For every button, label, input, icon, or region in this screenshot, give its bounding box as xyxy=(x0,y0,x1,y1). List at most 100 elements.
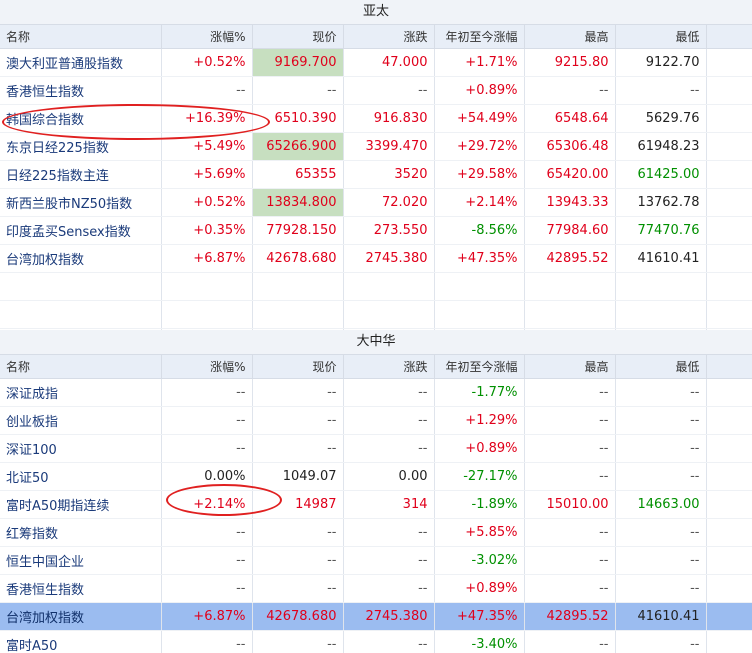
column-header[interactable]: 名称 xyxy=(0,25,162,49)
table-row[interactable]: 台湾加权指数 +6.87% 42678.680 2745.380 +47.35% 4289… xyxy=(0,602,752,631)
column-header[interactable] xyxy=(706,25,752,49)
cell-pct: +6.87% xyxy=(161,244,253,273)
cell-extra: 619 xyxy=(706,160,752,189)
cell-pct: +2.14% xyxy=(161,490,253,519)
table-row[interactable]: 恒生中国企业-------3.02%------ xyxy=(0,546,752,575)
cell-price: -- xyxy=(252,546,344,575)
cell-chg: 916.830 xyxy=(343,104,435,133)
cell-price: -- xyxy=(252,434,344,463)
index-name: 台湾加权指数 xyxy=(0,602,162,631)
cell-price: 1049.07 xyxy=(252,462,344,491)
table-row[interactable]: 北证500.00%1049.070.00-27.17%------ xyxy=(0,462,752,491)
cell-high: 42895.52 xyxy=(524,602,616,631)
index-name: 创业板指 xyxy=(0,406,162,435)
cell-chg: 2745.380 xyxy=(343,244,435,273)
cell-pct: -- xyxy=(161,378,253,407)
column-header[interactable]: 名称 xyxy=(0,355,162,379)
cell-chg: 3399.470 xyxy=(343,132,435,161)
cell-low: 61425.00 xyxy=(615,160,707,189)
index-name: 深证成指 xyxy=(0,378,162,407)
empty-cell xyxy=(434,272,525,301)
column-header[interactable]: 最低 xyxy=(615,355,707,379)
index-name: 香港恒生指数 xyxy=(0,76,162,105)
cell-price: -- xyxy=(252,76,344,105)
column-header[interactable]: 涨幅% xyxy=(161,355,253,379)
column-header[interactable]: 涨幅% xyxy=(161,25,253,49)
cell-pct: +6.87% xyxy=(161,602,253,631)
cell-extra: -- xyxy=(706,462,752,491)
cell-ytd: +0.89% xyxy=(434,434,525,463)
cell-ytd: +47.35% xyxy=(434,244,525,273)
cell-ytd: +47.35% xyxy=(434,602,525,631)
column-header[interactable]: 现价 xyxy=(252,355,344,379)
table-row[interactable]: 香港恒生指数------+0.89%------ xyxy=(0,574,752,603)
empty-cell xyxy=(706,300,752,329)
column-header[interactable]: 年初至今涨幅 xyxy=(434,355,525,379)
cell-price: -- xyxy=(252,574,344,603)
table-row[interactable]: 香港恒生指数------+0.89%------ xyxy=(0,76,752,105)
cell-high: -- xyxy=(524,630,616,653)
column-header[interactable]: 现价 xyxy=(252,25,344,49)
cell-chg: 47.000 xyxy=(343,48,435,77)
cell-ytd: +2.14% xyxy=(434,188,525,217)
table-row[interactable]: 印度孟买Sensex指数 +0.35% 77928.150 273.550 -8.56%… xyxy=(0,216,752,245)
cell-high: 15010.00 xyxy=(524,490,616,519)
cell-price: 14987 xyxy=(252,490,344,519)
table-row[interactable]: 韩国综合指数 +16.39% 6510.390 916.830 +54.49% 6548.… xyxy=(0,104,752,133)
table-row[interactable]: 新西兰股市NZ50指数 +0.52% 13834.800 72.020 +2.14% 13… xyxy=(0,188,752,217)
cell-ytd: +54.49% xyxy=(434,104,525,133)
cell-ytd: +1.71% xyxy=(434,48,525,77)
column-header[interactable]: 涨跌 xyxy=(343,355,435,379)
table-row[interactable]: 东京日经225指数 +5.49% 65266.900 3399.470 +29.72% 6… xyxy=(0,132,752,161)
table-row[interactable]: 富时A50-------3.40%------ xyxy=(0,630,752,653)
cell-high: -- xyxy=(524,574,616,603)
table-row[interactable]: 深证100------+0.89%------ xyxy=(0,434,752,463)
cell-ytd: +0.89% xyxy=(434,574,525,603)
column-header[interactable]: 最低 xyxy=(615,25,707,49)
table-row[interactable]: 创业板指------+1.29%------ xyxy=(0,406,752,435)
cell-low: -- xyxy=(615,546,707,575)
cell-low: 41610.41 xyxy=(615,602,707,631)
table-row[interactable]: 澳大利亚普通股指数 +0.52% 9169.700 47.000 +1.71% 9215.… xyxy=(0,48,752,77)
table-row[interactable]: 日经225指数主连 +5.69% 65355 3520 +29.58% 65420.00 6… xyxy=(0,160,752,189)
column-header[interactable]: 年初至今涨幅 xyxy=(434,25,525,49)
cell-ytd: -27.17% xyxy=(434,462,525,491)
asia-pacific-table: 名称 涨幅% 现价 涨跌 年初至今涨幅 最高 最低 澳大利亚普通股指数 +0.52% 9169.… xyxy=(0,25,752,330)
cell-extra: 416 xyxy=(706,244,752,273)
table-row[interactable]: 红筹指数------+5.85%------ xyxy=(0,518,752,547)
cell-extra: 56 xyxy=(706,104,752,133)
cell-price: -- xyxy=(252,406,344,435)
cell-price: 6510.390 xyxy=(252,104,344,133)
cell-high: 42895.52 xyxy=(524,244,616,273)
cell-extra: -- xyxy=(706,76,752,105)
cell-extra: -- xyxy=(706,518,752,547)
cell-chg: 2745.380 xyxy=(343,602,435,631)
empty-cell xyxy=(343,300,435,329)
index-name: 新西兰股市NZ50指数 xyxy=(0,188,162,217)
cell-chg: -- xyxy=(343,378,435,407)
cell-chg: -- xyxy=(343,630,435,653)
cell-extra: -- xyxy=(706,406,752,435)
empty-cell xyxy=(161,300,253,329)
cell-low: -- xyxy=(615,76,707,105)
column-header[interactable]: 涨跌 xyxy=(343,25,435,49)
empty-cell xyxy=(0,300,162,329)
cell-high: -- xyxy=(524,518,616,547)
column-header[interactable]: 最高 xyxy=(524,355,616,379)
cell-pct: +5.49% xyxy=(161,132,253,161)
table-row[interactable]: 台湾加权指数 +6.87% 42678.680 2745.380 +47.35% 4289… xyxy=(0,244,752,273)
cell-ytd: -8.56% xyxy=(434,216,525,245)
cell-chg: -- xyxy=(343,434,435,463)
table-row[interactable]: 富时A50期指连续 +2.14% 14987 314 -1.89% 15010.00 146… xyxy=(0,490,752,519)
column-header[interactable]: 最高 xyxy=(524,25,616,49)
greater-china-section: 大中华 名称 涨幅% 现价 涨跌 年初至今涨幅 最高 最低 深证成指 -- -- -- -1.77%… xyxy=(0,330,752,653)
cell-price: 9169.700 xyxy=(252,48,344,77)
table-row[interactable]: 深证成指-------1.77%------ xyxy=(0,378,752,407)
empty-cell xyxy=(252,300,344,329)
cell-low: -- xyxy=(615,518,707,547)
cell-chg: 314 xyxy=(343,490,435,519)
index-name: 香港恒生指数 xyxy=(0,574,162,603)
column-header[interactable] xyxy=(706,355,752,379)
cell-high: -- xyxy=(524,546,616,575)
cell-chg: 72.020 xyxy=(343,188,435,217)
